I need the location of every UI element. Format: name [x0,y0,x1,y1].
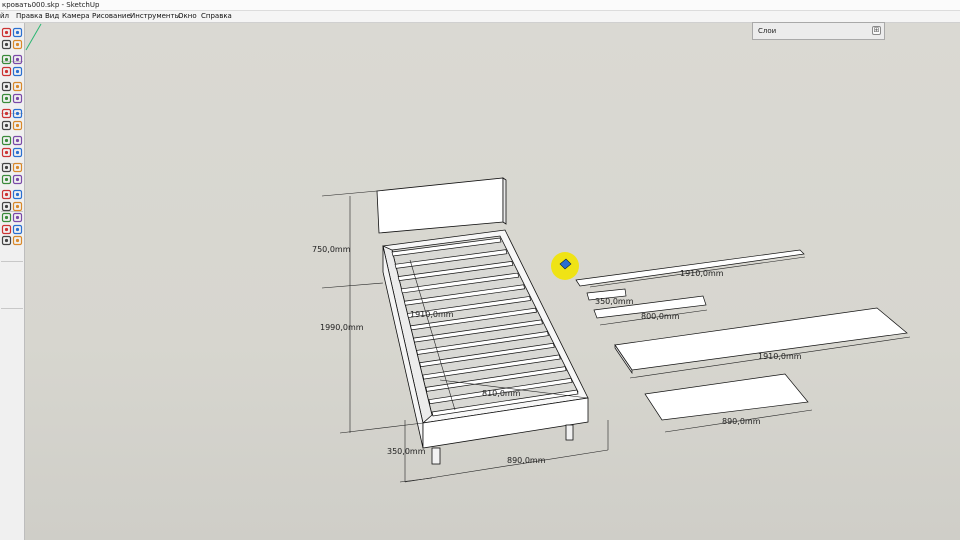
dim-board-long: 1910,0mm [758,352,802,361]
rotate-icon[interactable] [12,93,23,104]
look-around-icon[interactable] [12,201,23,212]
menu-edit[interactable]: Правка [16,12,43,20]
rectangle-icon[interactable] [1,54,12,65]
orbit-icon[interactable] [1,162,12,173]
expand-icon[interactable]: ⊞ [872,26,881,35]
arc-icon[interactable] [12,54,23,65]
cursor [551,252,579,280]
dimension-icon[interactable] [12,120,23,131]
axes-icon[interactable] [12,135,23,146]
bed-model[interactable] [376,177,589,465]
line-icon[interactable] [1,39,12,50]
polygon-icon[interactable] [12,66,23,77]
menu-view[interactable]: Вид [45,12,59,20]
green-axis [25,23,42,51]
headboard-side [502,177,507,225]
components-icon[interactable] [12,224,23,235]
board-front[interactable] [644,373,809,421]
zoom-window-icon[interactable] [12,174,23,185]
styles-icon[interactable] [12,235,23,246]
menu-help[interactable]: Справка [201,12,232,20]
window-title: кровать000.skp - SketchUp [2,1,100,9]
menu-draw[interactable]: Рисование [92,12,131,20]
dim-bed-height: 750,0mm [312,245,351,254]
dim-slat-long: 1910,0mm [680,269,724,278]
dim-bed-width: 890,0mm [507,456,546,465]
dim-inner-length: 1910,0mm [410,310,454,319]
pan-icon[interactable] [12,162,23,173]
position-camera-icon[interactable] [12,212,23,223]
toolbar-separator [1,308,23,309]
zoom-extents-icon[interactable] [1,189,12,200]
model-viewport[interactable]: 750,0mm 1990,0mm 350,0mm 890,0mm 1910,0m… [25,23,960,540]
move-icon[interactable] [1,93,12,104]
dim-slat-short: 350,0mm [595,297,634,306]
materials-icon[interactable] [1,235,12,246]
zoom-icon[interactable] [1,174,12,185]
menu-file[interactable]: йл [0,12,9,20]
dim-slat-mid: 800,0mm [641,312,680,321]
bed-leg [565,424,574,441]
scale-icon[interactable] [12,108,23,119]
select-icon[interactable] [1,27,12,38]
protractor-icon[interactable] [1,147,12,158]
title-bar: кровать000.skp - SketchUp [0,0,960,11]
menu-window[interactable]: Окно [178,12,197,20]
sandbox-icon[interactable] [1,224,12,235]
model-canvas[interactable]: 750,0mm 1990,0mm 350,0mm 890,0mm 1910,0m… [25,23,960,540]
3d-text-icon[interactable] [12,147,23,158]
offset-icon[interactable] [1,108,12,119]
walk-icon[interactable] [1,201,12,212]
board-long-thin[interactable] [575,249,805,287]
dim-inner-width: 810,0mm [482,389,521,398]
large-tool-set-toolbar [0,23,25,540]
section-plane-icon[interactable] [1,212,12,223]
circle-icon[interactable] [1,66,12,77]
follow-me-icon[interactable] [12,81,23,92]
dim-board-front: 890,0mm [722,417,761,426]
toolbar-separator [1,261,23,262]
dim-leg-height: 350,0mm [387,447,426,456]
layers-panel-title: Слои [758,27,777,35]
layers-panel[interactable]: Слои ⊞ [752,22,885,40]
text-icon[interactable] [1,135,12,146]
eraser-icon[interactable] [12,27,23,38]
push-pull-icon[interactable] [1,81,12,92]
headboard[interactable] [376,177,504,234]
dim-bed-length: 1990,0mm [320,323,364,332]
bed-leg [431,447,441,465]
menu-tools[interactable]: Инструменты [130,12,180,20]
paint-bucket-icon[interactable] [12,39,23,50]
menu-camera[interactable]: Камера [62,12,90,20]
previous-view-icon[interactable] [12,189,23,200]
tape-measure-icon[interactable] [1,120,12,131]
loose-boards[interactable] [575,249,908,421]
